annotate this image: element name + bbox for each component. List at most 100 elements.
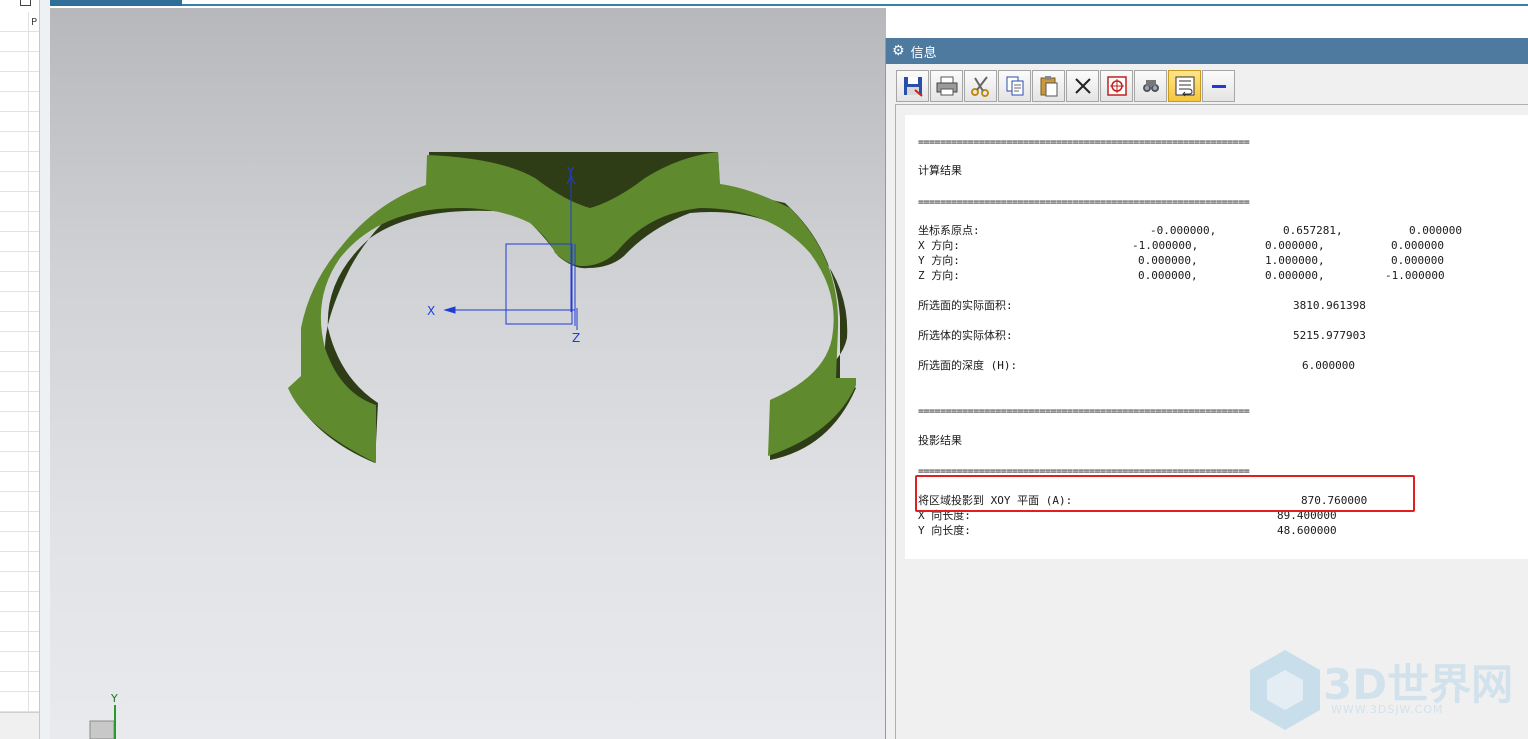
y-length-label: Y 向长度: <box>918 524 971 537</box>
sheet-row[interactable] <box>0 92 39 112</box>
sheet-row[interactable] <box>0 52 39 72</box>
sheet-row[interactable] <box>0 72 39 92</box>
left-scrollbar[interactable] <box>0 712 39 739</box>
part-drawing: Y X Z Y <box>89 152 856 739</box>
y-dir-v1: 0.000000, <box>1138 254 1198 267</box>
sheet-row[interactable] <box>0 652 39 672</box>
separator-line: ========================================… <box>918 197 1250 208</box>
target-button[interactable] <box>1100 70 1133 102</box>
print-button[interactable] <box>930 70 963 102</box>
x-dir-v1: -1.000000, <box>1132 239 1199 252</box>
find-button[interactable] <box>1134 70 1167 102</box>
info-text-area[interactable]: ========================================… <box>895 104 1528 739</box>
area-label: 所选面的实际面积: <box>918 299 1013 312</box>
y-dir-v2: 1.000000, <box>1265 254 1325 267</box>
window-icon[interactable] <box>20 0 31 6</box>
sheet-row[interactable] <box>0 292 39 312</box>
save-icon <box>903 77 923 97</box>
wrap-icon <box>1175 76 1194 97</box>
z-axis-label: Z <box>572 331 580 345</box>
sheet-row[interactable] <box>0 612 39 632</box>
separator-line: ========================================… <box>918 137 1250 148</box>
graphics-viewport[interactable]: Y X Z Y <box>50 8 886 739</box>
x-dir-v3: 0.000000 <box>1391 239 1444 252</box>
sheet-row[interactable] <box>0 692 39 712</box>
target-icon <box>1106 76 1127 96</box>
sheet-row[interactable] <box>0 492 39 512</box>
sheet-row[interactable] <box>0 252 39 272</box>
x-axis-label: X <box>427 304 435 318</box>
sheet-row[interactable] <box>0 272 39 292</box>
sheet-row[interactable] <box>0 172 39 192</box>
save-button[interactable] <box>896 70 929 102</box>
y-dir-v3: 0.000000 <box>1391 254 1444 267</box>
top-window-strip <box>50 0 1528 6</box>
minimize-button[interactable] <box>1202 70 1235 102</box>
watermark: 3D世界网 WWW.3DSJW.COM <box>1245 645 1515 735</box>
z-dir-v3: -1.000000 <box>1385 269 1445 282</box>
copy-button[interactable] <box>998 70 1031 102</box>
sheet-row[interactable] <box>0 632 39 652</box>
sheet-row[interactable] <box>0 572 39 592</box>
sheet-row[interactable] <box>0 212 39 232</box>
sheet-row[interactable] <box>0 452 39 472</box>
delete-button[interactable] <box>1066 70 1099 102</box>
paste-button[interactable] <box>1032 70 1065 102</box>
sheet-row[interactable] <box>0 232 39 252</box>
sheet-row[interactable] <box>0 432 39 452</box>
watermark-cube-icon <box>1250 650 1320 730</box>
sheet-row[interactable] <box>0 312 39 332</box>
origin-v2: 0.657281, <box>1283 224 1343 237</box>
sheet-row[interactable] <box>0 472 39 492</box>
origin-v1: -0.000000, <box>1150 224 1217 237</box>
active-window-tab[interactable] <box>50 0 182 6</box>
sheet-row[interactable] <box>0 592 39 612</box>
sheet-row[interactable] <box>0 352 39 372</box>
sheet-row[interactable] <box>0 112 39 132</box>
y-axis-label: Y <box>566 165 575 179</box>
sheet-row[interactable] <box>0 332 39 352</box>
info-toolbar <box>896 70 1236 102</box>
info-window: ⚙ 信息 ===================================… <box>885 38 1528 739</box>
cut-icon <box>970 76 989 97</box>
sheet-row[interactable] <box>0 192 39 212</box>
watermark-subtext: WWW.3DSJW.COM <box>1331 703 1444 716</box>
z-dir-v2: 0.000000, <box>1265 269 1325 282</box>
sheet-row[interactable] <box>0 672 39 692</box>
gear-icon: ⚙ <box>892 43 905 59</box>
volume-value: 5215.977903 <box>1293 329 1366 342</box>
y-length-value: 48.600000 <box>1277 524 1337 537</box>
z-dir-v1: 0.000000, <box>1138 269 1198 282</box>
y-dir-label: Y 方向: <box>918 254 960 267</box>
sheet-row[interactable] <box>0 32 39 52</box>
sheet-row[interactable] <box>0 552 39 572</box>
delete-icon <box>1074 78 1091 94</box>
sheet-row[interactable] <box>0 12 39 32</box>
z-dir-label: Z 方向: <box>918 269 960 282</box>
info-title-bar[interactable]: ⚙ 信息 <box>886 38 1528 64</box>
find-icon <box>1142 80 1159 92</box>
sheet-row[interactable] <box>0 372 39 392</box>
origin-label: 坐标系原点: <box>918 224 980 237</box>
sheet-row[interactable] <box>0 132 39 152</box>
sheet-row[interactable] <box>0 532 39 552</box>
section-title-results: 计算结果 <box>918 164 962 177</box>
sheet-row[interactable] <box>0 412 39 432</box>
panel-gutter <box>40 0 50 739</box>
mini-triad <box>89 705 116 739</box>
cut-button[interactable] <box>964 70 997 102</box>
left-sheet-panel: P <box>0 0 40 739</box>
sheet-row[interactable] <box>0 152 39 172</box>
wrap-button[interactable] <box>1168 70 1201 102</box>
mini-y-label: Y <box>110 692 118 705</box>
sheet-row[interactable] <box>0 512 39 532</box>
paste-icon <box>1040 76 1057 97</box>
origin-v3: 0.000000 <box>1409 224 1462 237</box>
highlight-annotation-box <box>915 475 1415 512</box>
sheet-row[interactable] <box>0 392 39 412</box>
x-dir-label: X 方向: <box>918 239 960 252</box>
area-value: 3810.961398 <box>1293 299 1366 312</box>
print-icon <box>936 76 957 96</box>
separator-line: ========================================… <box>918 406 1250 417</box>
volume-label: 所选体的实际体积: <box>918 329 1013 342</box>
